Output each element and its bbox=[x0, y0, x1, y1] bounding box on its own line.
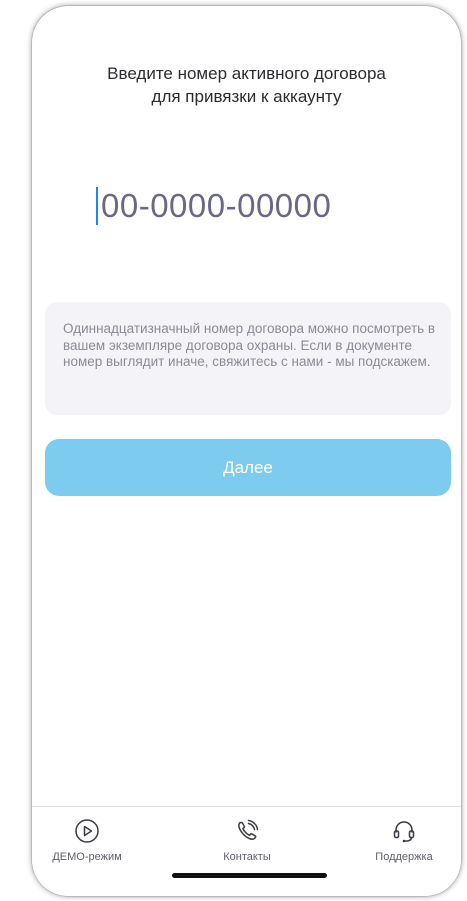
tab-support-label: Поддержка bbox=[375, 851, 433, 863]
prompt-line-2: для привязки к аккаунту bbox=[151, 87, 342, 106]
phone-call-icon bbox=[233, 817, 261, 845]
tab-contacts[interactable]: Контакты bbox=[197, 817, 297, 863]
hint-text: Одиннадцатизначный номер договора можно … bbox=[63, 321, 436, 369]
next-button[interactable]: Далее bbox=[45, 439, 451, 496]
tab-support[interactable]: Поддержка bbox=[354, 817, 454, 863]
text-caret bbox=[96, 187, 98, 225]
tab-demo-mode[interactable]: ДЕМО-режим bbox=[37, 817, 137, 863]
contract-number-placeholder: 00-0000-00000 bbox=[101, 187, 332, 224]
tab-contacts-label: Контакты bbox=[223, 851, 271, 863]
headset-icon bbox=[390, 817, 418, 845]
page-title: Введите номер активного договора для при… bbox=[32, 62, 461, 108]
bottom-tabbar: ДЕМО-режим Контакты Поддержка bbox=[32, 806, 461, 896]
prompt-line-1: Введите номер активного договора bbox=[107, 64, 386, 83]
contract-number-input[interactable]: 00-0000-00000 bbox=[96, 182, 406, 230]
next-button-label: Далее bbox=[223, 457, 273, 477]
home-indicator[interactable] bbox=[172, 873, 327, 878]
tab-demo-mode-label: ДЕМО-режим bbox=[52, 851, 122, 863]
hint-box: Одиннадцатизначный номер договора можно … bbox=[45, 302, 451, 415]
phone-frame: Введите номер активного договора для при… bbox=[32, 6, 461, 896]
screen: Введите номер активного договора для при… bbox=[0, 0, 467, 901]
play-circle-icon bbox=[73, 817, 101, 845]
